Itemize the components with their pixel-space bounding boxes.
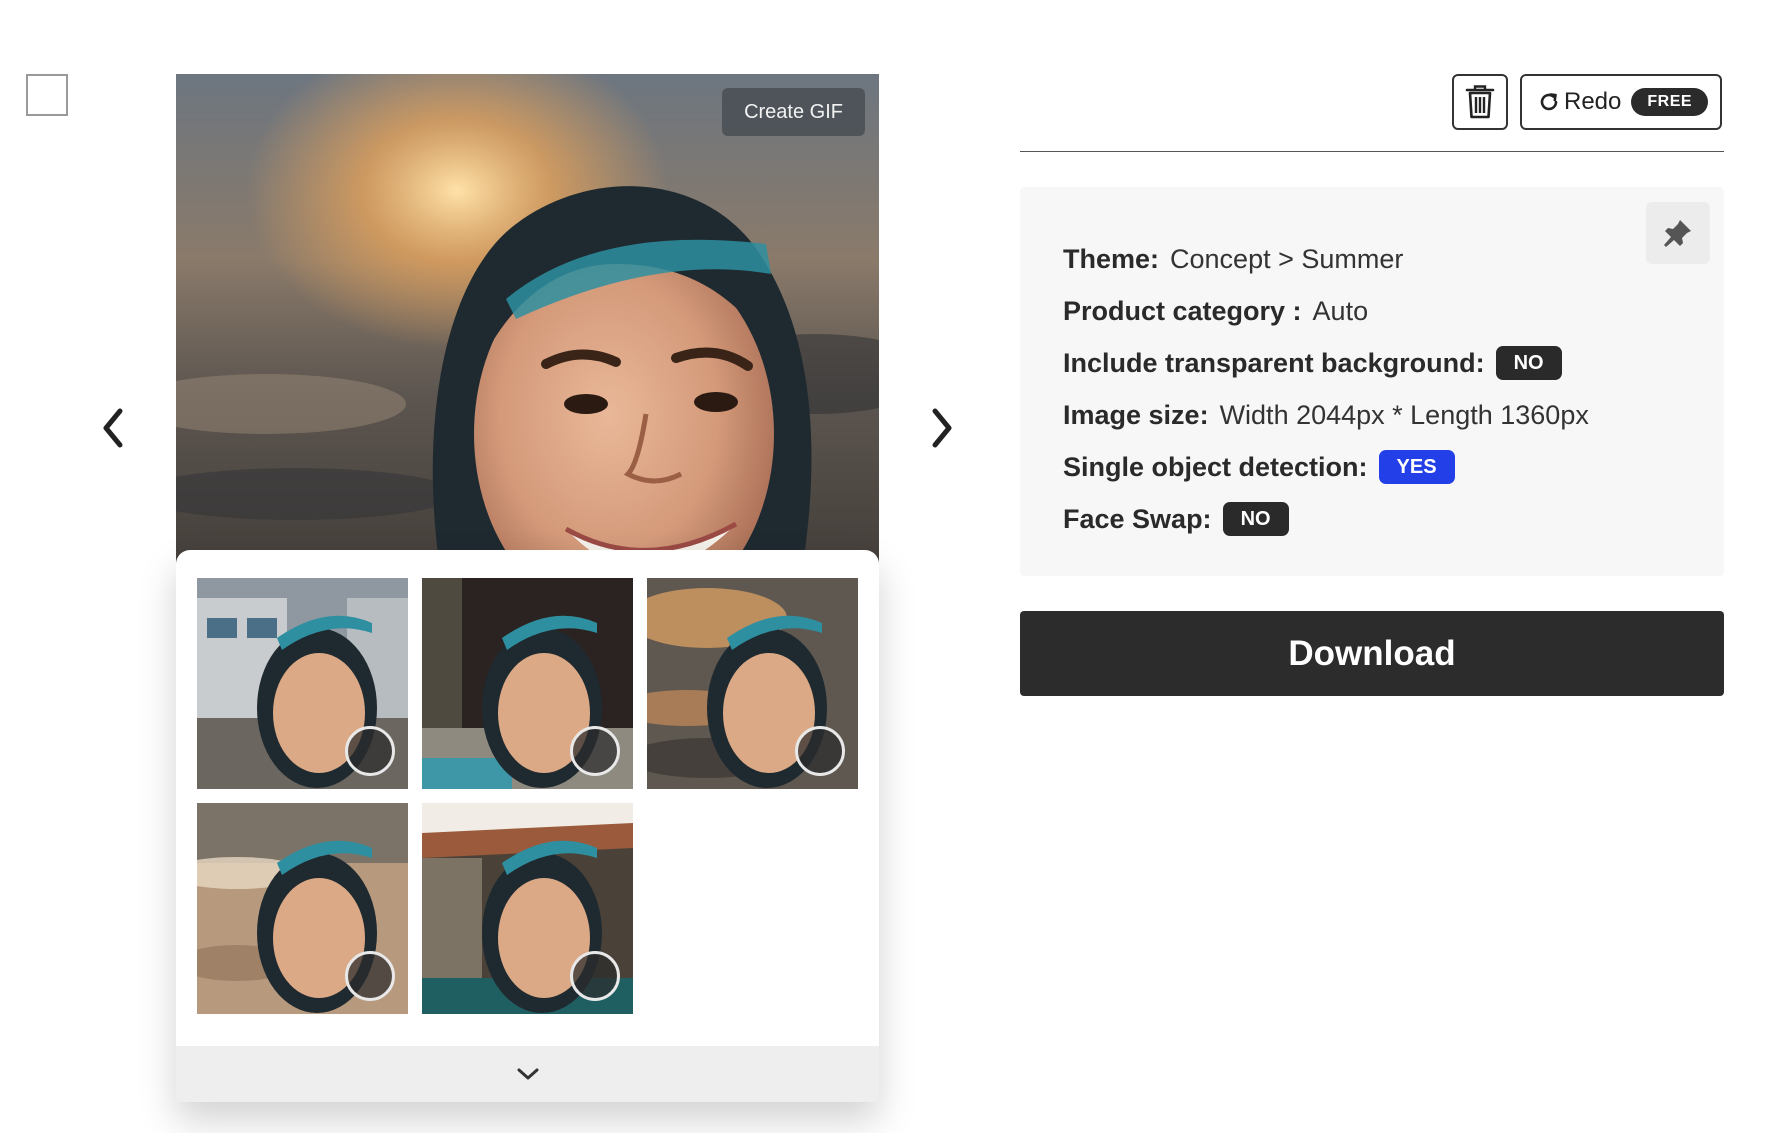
thumbnail-sandy-beach-shore[interactable] xyxy=(197,803,408,1014)
product-category-row: Product category : Auto xyxy=(1063,285,1724,337)
transparent-background-row: Include transparent background: NO xyxy=(1063,337,1724,389)
image-info-card: Theme: Concept > Summer Product category… xyxy=(1020,187,1724,576)
main-photo: Create GIF xyxy=(176,74,879,604)
single-object-detection-label: Single object detection: xyxy=(1063,451,1368,482)
thumbnail-select-radio[interactable] xyxy=(345,951,395,1001)
action-toolbar: Redo FREE xyxy=(1020,74,1724,152)
next-image-button[interactable] xyxy=(917,400,967,456)
theme-row: Theme: Concept > Summer xyxy=(1063,233,1724,285)
product-category-value: Auto xyxy=(1312,295,1369,326)
image-size-label: Image size: xyxy=(1063,399,1209,430)
redo-label: Redo xyxy=(1564,88,1622,115)
thumbnail-select-radio[interactable] xyxy=(345,726,395,776)
redo-icon xyxy=(1540,93,1558,111)
theme-value: Concept > Summer xyxy=(1170,243,1404,274)
trash-icon xyxy=(1465,85,1495,119)
image-viewer: Create GIF xyxy=(176,74,879,1102)
portrait-photo xyxy=(176,74,879,604)
thumbnail-select-radio[interactable] xyxy=(795,726,845,776)
single-object-detection-row: Single object detection: YES xyxy=(1063,441,1724,493)
create-gif-button[interactable]: Create GIF xyxy=(722,88,865,136)
thumbnail-grid xyxy=(197,578,858,1014)
image-size-value: Width 2044px * Length 1360px xyxy=(1219,399,1589,430)
free-badge: FREE xyxy=(1631,88,1709,116)
thumbnail-select-radio[interactable] xyxy=(570,951,620,1001)
redo-button[interactable]: Redo FREE xyxy=(1520,74,1722,130)
face-swap-label: Face Swap: xyxy=(1063,503,1212,534)
theme-label: Theme: xyxy=(1063,243,1160,274)
face-swap-row: Face Swap: NO xyxy=(1063,493,1724,545)
download-button[interactable]: Download xyxy=(1020,611,1724,696)
previous-image-button[interactable] xyxy=(88,400,138,456)
select-checkbox[interactable] xyxy=(26,74,68,116)
product-category-label: Product category : xyxy=(1063,295,1302,326)
expand-thumbnails-button[interactable] xyxy=(176,1046,879,1102)
single-object-detection-badge: YES xyxy=(1378,450,1455,484)
thumbnail-building-courtyard[interactable] xyxy=(197,578,408,789)
thumbnail-ocean-waves-sunset[interactable] xyxy=(647,578,858,789)
thumbnail-select-radio[interactable] xyxy=(570,726,620,776)
thumbnail-rock-pool-villa[interactable] xyxy=(422,803,633,1014)
image-size-row: Image size: Width 2044px * Length 1360px xyxy=(1063,389,1724,441)
delete-button[interactable] xyxy=(1452,74,1508,130)
chevron-right-icon xyxy=(932,408,952,448)
chevron-left-icon xyxy=(103,408,123,448)
transparent-background-badge: NO xyxy=(1495,346,1562,380)
thumbnail-dark-pool-terrace[interactable] xyxy=(422,578,633,789)
transparent-background-label: Include transparent background: xyxy=(1063,347,1485,378)
chevron-down-icon xyxy=(517,1068,538,1080)
face-swap-badge: NO xyxy=(1222,502,1289,536)
pin-icon xyxy=(1664,220,1691,247)
thumbnail-panel xyxy=(176,550,879,1102)
pin-button[interactable] xyxy=(1646,202,1710,264)
